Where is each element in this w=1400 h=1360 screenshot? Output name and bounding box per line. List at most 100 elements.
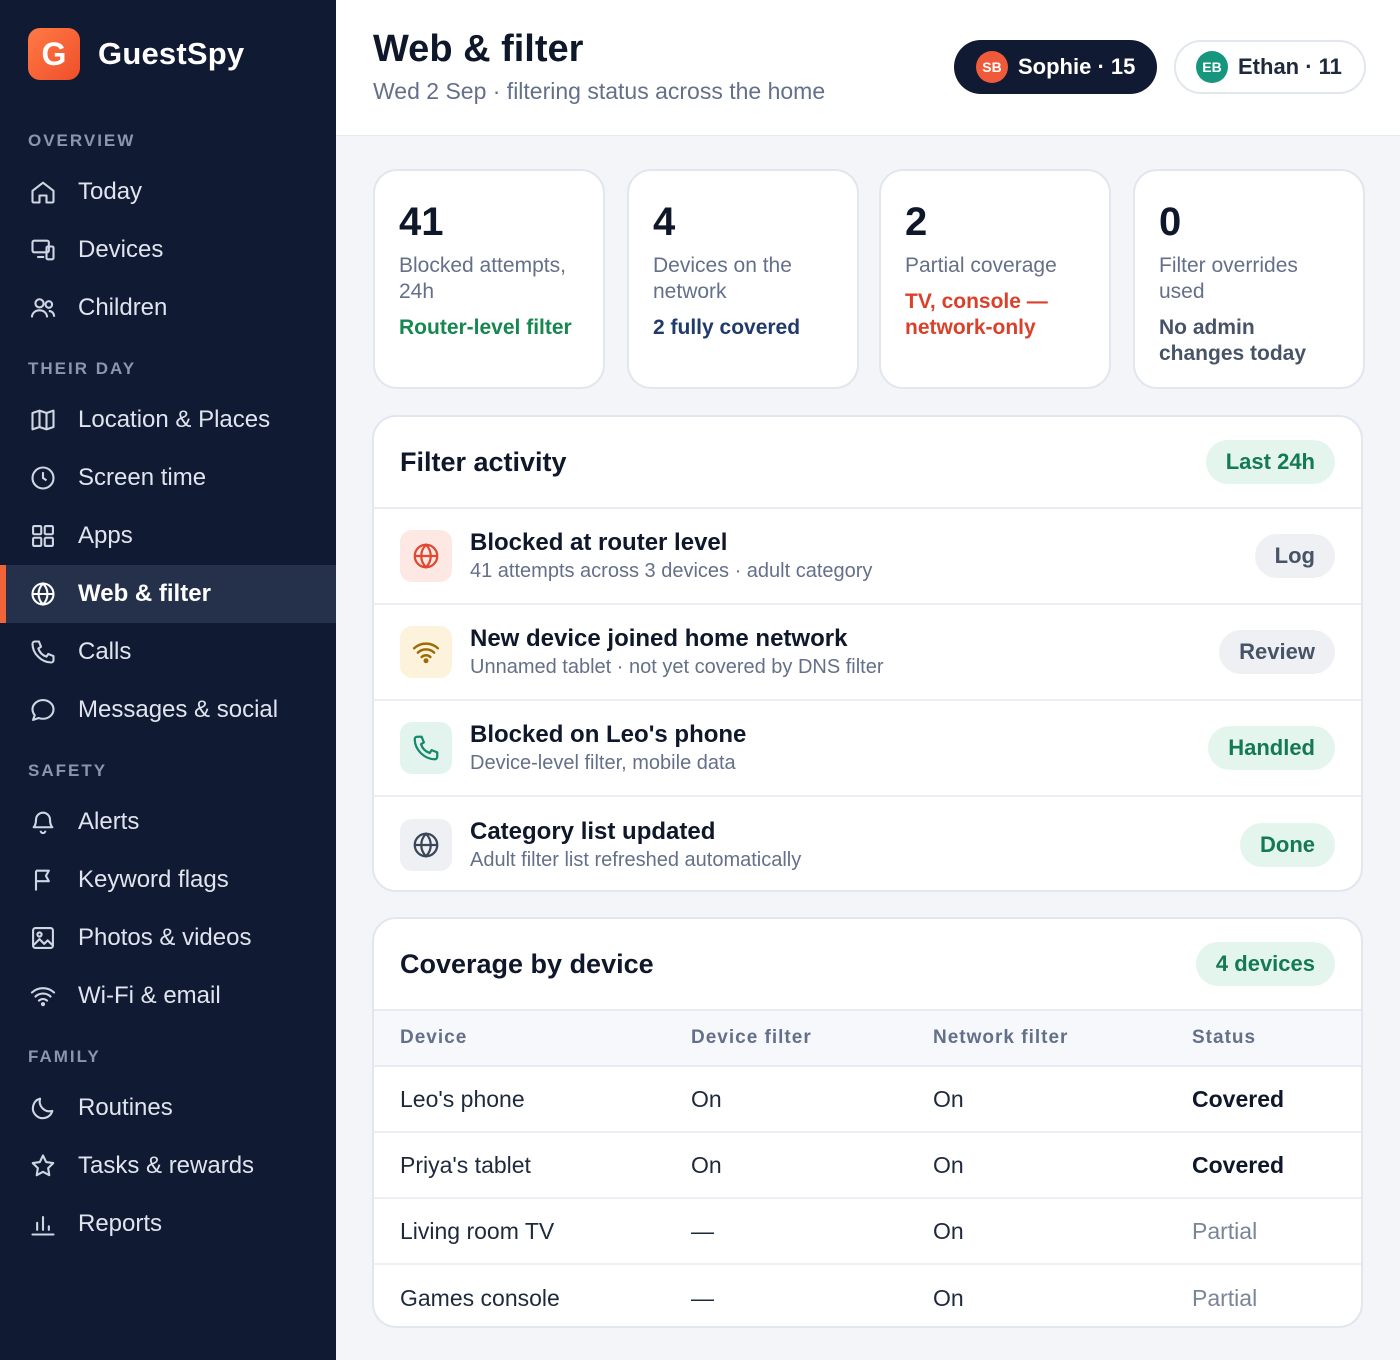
bell-icon [28, 807, 58, 837]
stat-card-devices: 4 Devices on the network 2 fully covered [627, 169, 859, 389]
sidebar-item-today[interactable]: Today [0, 163, 336, 221]
activity-row: New device joined home network Unnamed t… [374, 605, 1361, 701]
device-count-badge: 4 devices [1195, 942, 1335, 986]
activity-title: Blocked on Leo's phone [470, 721, 747, 748]
cell-device: Priya's tablet [400, 1151, 531, 1178]
stat-note: Router-level filter [399, 316, 572, 339]
stat-value: 0 [1159, 200, 1182, 244]
sidebar-item-label: Tasks & rewards [78, 1152, 255, 1179]
activity-subtitle: Adult filter list refreshed automaticall… [470, 849, 802, 871]
sidebar-item-label: Reports [78, 1210, 163, 1237]
cell-status: Covered [1192, 1151, 1285, 1178]
column-header-device[interactable]: Device [374, 1027, 691, 1049]
stat-note: No admin changes today [1159, 316, 1307, 365]
activity-row: Blocked on Leo's phone Device-level filt… [374, 701, 1361, 797]
table-row[interactable]: Leo's phone On On Covered [374, 1067, 1361, 1133]
map-icon [28, 405, 58, 435]
avatar: SB [976, 51, 1008, 83]
brand-name: GuestSpy [98, 36, 245, 71]
child-selector-label: Sophie · 15 [1018, 54, 1136, 79]
done-badge[interactable]: Done [1240, 823, 1335, 867]
nav-section-family: FAMILY [28, 1047, 101, 1066]
bar-chart-icon [28, 1209, 58, 1239]
table-header: Device Device filter Network filter Stat… [374, 1011, 1361, 1067]
sidebar-item-apps[interactable]: Apps [0, 507, 336, 565]
activity-title: Category list updated [470, 818, 716, 845]
brand-logo: G [28, 28, 80, 80]
cell-device: Leo's phone [400, 1085, 525, 1112]
stat-value: 2 [905, 200, 928, 244]
image-icon [28, 923, 58, 953]
sidebar-item-calls[interactable]: Calls [0, 623, 336, 681]
sidebar-item-keyword-flags[interactable]: Keyword flags [0, 851, 336, 909]
cell-device: Living room TV [400, 1217, 555, 1244]
star-icon [28, 1151, 58, 1181]
activity-title: New device joined home network [470, 625, 848, 652]
sidebar-item-photos[interactable]: Photos & videos [0, 909, 336, 967]
sidebar-item-wifi-email[interactable]: Wi-Fi & email [0, 967, 336, 1025]
sidebar-item-screen-time[interactable]: Screen time [0, 449, 336, 507]
stat-note: 2 fully covered [653, 316, 801, 339]
sidebar-item-label: Location & Places [78, 406, 271, 433]
cell-device-filter: — [691, 1217, 714, 1244]
child-selector-ethan[interactable]: EB Ethan · 11 [1174, 40, 1366, 94]
table-row[interactable]: Priya's tablet On On Covered [374, 1133, 1361, 1199]
home-icon [28, 177, 58, 207]
stat-value: 41 [399, 200, 444, 244]
log-button[interactable]: Log [1254, 534, 1335, 578]
grid-icon [28, 521, 58, 551]
stat-card-overrides: 0 Filter overrides used No admin changes… [1133, 169, 1365, 389]
nav-section-their-day: THEIR DAY [28, 359, 137, 378]
stat-label: Devices on the network [653, 254, 792, 303]
review-button[interactable]: Review [1219, 630, 1335, 674]
phone-icon [400, 722, 452, 774]
flag-icon [28, 865, 58, 895]
sidebar-item-label: Wi-Fi & email [78, 982, 221, 1009]
page-subtitle: Wed 2 Sep · filtering status across the … [373, 78, 826, 104]
wifi-icon [28, 981, 58, 1011]
chat-icon [28, 695, 58, 725]
activity-subtitle: Unnamed tablet · not yet covered by DNS … [470, 656, 884, 678]
stat-label: Blocked attempts, 24h [399, 254, 566, 303]
cell-status: Partial [1192, 1284, 1258, 1311]
stat-card-blocked-attempts: 41 Blocked attempts, 24h Router-level fi… [373, 169, 605, 389]
sidebar-item-routines[interactable]: Routines [0, 1079, 336, 1137]
table-row[interactable]: Living room TV — On Partial [374, 1199, 1361, 1265]
cell-device: Games console [400, 1284, 560, 1311]
sidebar-item-location[interactable]: Location & Places [0, 391, 336, 449]
sidebar-item-alerts[interactable]: Alerts [0, 793, 336, 851]
sidebar-item-messages[interactable]: Messages & social [0, 681, 336, 739]
child-selector-label: Ethan · 11 [1238, 54, 1342, 79]
panel-title: Filter activity [400, 446, 567, 477]
sidebar-item-label: Web & filter [78, 580, 211, 607]
sidebar-item-web-filter[interactable]: Web & filter [0, 565, 336, 623]
cell-device-filter: — [691, 1284, 714, 1311]
sidebar: G GuestSpy OVERVIEW Today Devices Childr… [0, 0, 336, 1360]
stat-label: Filter overrides used [1159, 254, 1298, 303]
devices-icon [28, 235, 58, 265]
sidebar-item-label: Routines [78, 1094, 173, 1121]
column-header-network-filter[interactable]: Network filter [933, 1027, 1192, 1049]
globe-icon [28, 579, 58, 609]
globe-icon [400, 530, 452, 582]
stat-value: 4 [653, 200, 676, 244]
table-row[interactable]: Games console — On Partial [374, 1265, 1361, 1326]
sidebar-item-devices[interactable]: Devices [0, 221, 336, 279]
sidebar-item-label: Today [78, 178, 143, 205]
handled-badge[interactable]: Handled [1208, 726, 1335, 770]
sidebar-item-tasks[interactable]: Tasks & rewards [0, 1137, 336, 1195]
sidebar-item-reports[interactable]: Reports [0, 1195, 336, 1253]
activity-row: Category list updated Adult filter list … [374, 797, 1361, 890]
sidebar-item-label: Photos & videos [78, 924, 252, 951]
brand[interactable]: G GuestSpy [28, 28, 244, 80]
sidebar-item-label: Keyword flags [78, 866, 229, 893]
cell-status: Covered [1192, 1085, 1285, 1112]
time-range-badge[interactable]: Last 24h [1205, 440, 1335, 484]
sidebar-item-children[interactable]: Children [0, 279, 336, 337]
child-selector-sophie[interactable]: SB Sophie · 15 [954, 40, 1158, 94]
stat-card-partial-coverage: 2 Partial coverage TV, console — network… [879, 169, 1111, 389]
column-header-status[interactable]: Status [1192, 1027, 1361, 1049]
column-header-device-filter[interactable]: Device filter [691, 1027, 933, 1049]
page-header: Web & filter Wed 2 Sep · filtering statu… [336, 0, 1400, 136]
cell-status: Partial [1192, 1217, 1258, 1244]
